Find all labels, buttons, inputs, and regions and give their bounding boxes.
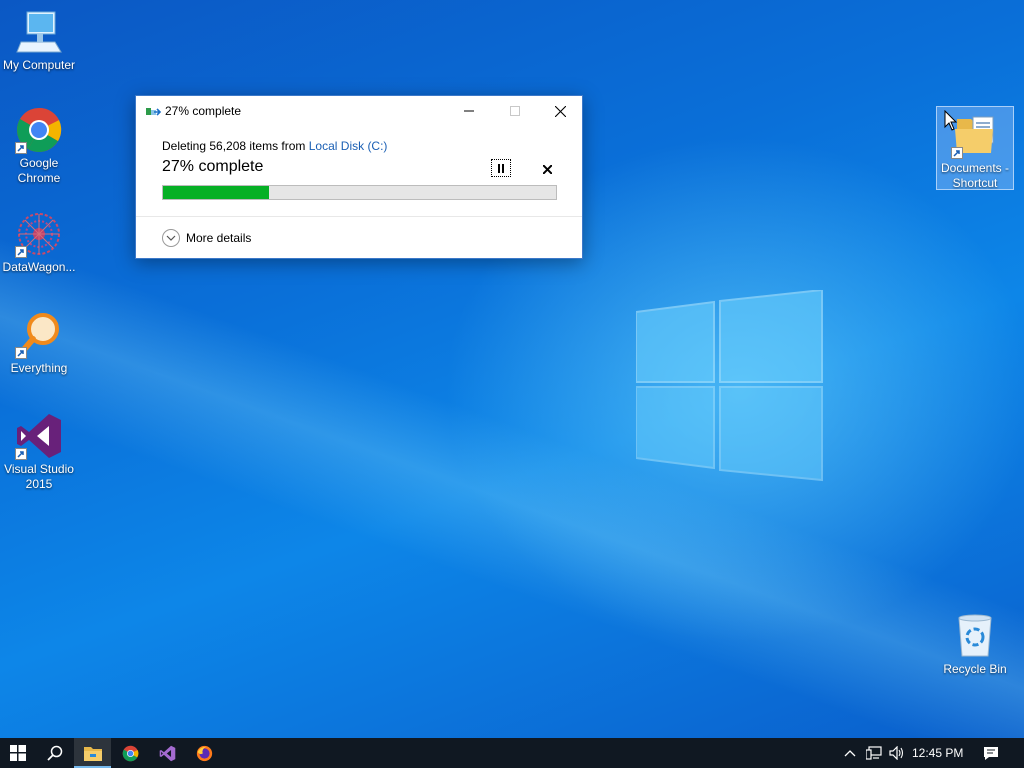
start-button[interactable]	[0, 738, 36, 768]
location-link[interactable]: Local Disk (C:)	[309, 139, 388, 153]
progress-bar	[162, 185, 557, 200]
taskbar-chrome[interactable]	[112, 738, 148, 768]
more-details-toggle[interactable]: More details	[162, 229, 251, 247]
everything-search-icon	[15, 311, 63, 359]
desktop-icon-label: Google Chrome	[17, 156, 61, 185]
action-center-button[interactable]	[978, 738, 1004, 768]
visual-studio-icon	[15, 412, 63, 460]
file-operation-icon	[146, 105, 162, 123]
minimize-button[interactable]	[446, 96, 492, 126]
shortcut-arrow-icon	[15, 347, 27, 359]
chrome-icon	[15, 106, 63, 154]
cancel-x-icon	[542, 164, 552, 174]
dialog-title: 27% complete	[165, 104, 242, 118]
notifications-icon	[984, 746, 998, 760]
delete-progress-dialog: 27% complete Deleting 56,208 items from …	[135, 95, 583, 259]
close-icon	[554, 105, 566, 117]
dialog-titlebar[interactable]: 27% complete	[136, 96, 582, 126]
desktop-icon-label: My Computer	[2, 58, 76, 72]
maximize-icon	[510, 106, 520, 116]
start-icon	[10, 745, 26, 761]
pause-icon	[498, 163, 504, 173]
desktop-icon-label: Visual Studio 2015	[4, 462, 74, 491]
search-button[interactable]	[37, 738, 73, 768]
mouse-cursor-icon	[944, 110, 958, 131]
desktop-icon-label: DataWagon...	[2, 260, 76, 274]
visual-studio-icon	[159, 745, 175, 761]
chrome-icon	[122, 745, 138, 761]
tray-network[interactable]	[862, 738, 886, 768]
datawagon-icon	[15, 210, 63, 258]
computer-icon	[15, 8, 63, 56]
shortcut-arrow-icon	[15, 246, 27, 258]
windows-logo-wallpaper	[636, 290, 823, 482]
search-icon	[47, 745, 63, 761]
maximize-button[interactable]	[492, 96, 538, 126]
taskbar-firefox[interactable]	[186, 738, 222, 768]
desktop-icon-everything[interactable]: Everything	[0, 311, 78, 376]
more-details-label: More details	[186, 231, 252, 245]
desktop-icon-label: Everything	[10, 361, 68, 375]
desktop-icon-datawagon[interactable]: DataWagon...	[0, 210, 78, 275]
tray-show-hidden-icons[interactable]	[840, 738, 860, 768]
firefox-icon	[196, 745, 212, 761]
deleting-text: Deleting 56,208 items from	[162, 139, 309, 153]
desktop-icon-visual-studio[interactable]: Visual Studio 2015	[0, 412, 78, 492]
progress-bar-fill	[163, 186, 270, 199]
minimize-icon	[464, 110, 474, 112]
network-icon	[866, 746, 882, 760]
close-button[interactable]	[537, 96, 583, 126]
desktop-icon-label: Recycle Bin	[943, 662, 1007, 676]
desktop-icon-google-chrome[interactable]: Google Chrome	[0, 106, 78, 186]
chevron-up-icon	[844, 750, 856, 757]
chevron-down-icon	[162, 229, 180, 247]
volume-icon	[889, 746, 904, 760]
shortcut-arrow-icon	[15, 142, 27, 154]
deleting-status-line: Deleting 56,208 items from Local Disk (C…	[162, 139, 387, 153]
taskbar: 12:45 PM	[0, 738, 1024, 768]
desktop-icon-my-computer[interactable]: My Computer	[0, 8, 78, 73]
recycle-bin-icon	[951, 612, 999, 660]
documents-folder-icon	[951, 111, 999, 159]
file-explorer-icon	[83, 746, 102, 761]
shortcut-arrow-icon	[15, 448, 27, 460]
pause-button[interactable]	[491, 159, 511, 177]
dialog-separator	[136, 216, 582, 217]
desktop-icon-label: Documents - Shortcut	[940, 161, 1010, 190]
percent-complete-text: 27% complete	[162, 158, 264, 175]
taskbar-file-explorer[interactable]	[74, 738, 111, 768]
cancel-operation-button[interactable]	[538, 160, 556, 178]
taskbar-visual-studio[interactable]	[149, 738, 185, 768]
desktop-icon-recycle-bin[interactable]: Recycle Bin	[936, 612, 1014, 677]
taskbar-clock[interactable]: 12:45 PM	[912, 738, 963, 768]
tray-volume[interactable]	[886, 738, 908, 768]
shortcut-arrow-icon	[951, 147, 963, 159]
